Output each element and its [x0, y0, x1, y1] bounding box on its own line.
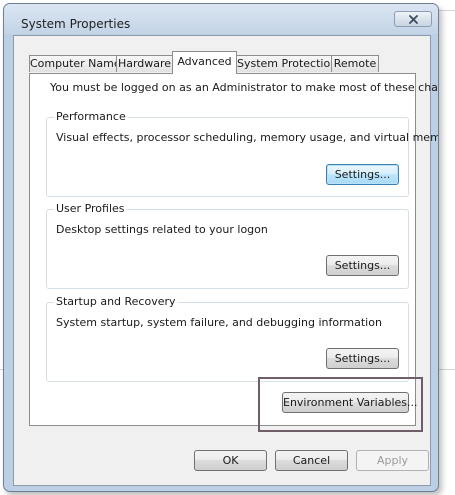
startup-recovery-title: Startup and Recovery: [54, 295, 178, 308]
environment-variables-button[interactable]: Environment Variables...: [282, 392, 418, 413]
close-button[interactable]: [394, 11, 432, 27]
tab-system-protection[interactable]: System Protection: [236, 55, 337, 72]
window-title: System Properties: [21, 17, 131, 31]
dialog-body: Computer Name Hardware Advanced System P…: [13, 35, 438, 486]
background-rule-top: [437, 10, 455, 11]
performance-group: Performance Visual effects, processor sc…: [46, 110, 438, 197]
performance-description: Visual effects, processor scheduling, me…: [56, 131, 439, 144]
tab-computer-name[interactable]: Computer Name: [29, 55, 121, 72]
title-bar[interactable]: System Properties: [4, 4, 438, 34]
startup-recovery-settings-button[interactable]: Settings...: [326, 348, 399, 369]
system-properties-window: System Properties Computer Name Hardware…: [3, 3, 439, 492]
admin-notice: You must be logged on as an Administrato…: [50, 81, 439, 94]
cancel-button[interactable]: Cancel: [275, 450, 348, 471]
performance-title: Performance: [54, 110, 128, 123]
tab-hardware[interactable]: Hardware: [116, 55, 173, 72]
user-profiles-title: User Profiles: [54, 202, 127, 215]
user-profiles-description: Desktop settings related to your logon: [56, 223, 268, 236]
startup-recovery-group: Startup and Recovery System startup, sys…: [46, 295, 409, 382]
ok-button[interactable]: OK: [194, 450, 267, 471]
user-profiles-group: User Profiles Desktop settings related t…: [46, 202, 409, 289]
performance-settings-button[interactable]: Settings...: [326, 164, 399, 185]
tab-advanced[interactable]: Advanced: [172, 51, 237, 74]
apply-button[interactable]: Apply: [356, 450, 429, 471]
close-icon: [408, 14, 418, 24]
startup-recovery-description: System startup, system failure, and debu…: [56, 316, 382, 329]
user-profiles-settings-button[interactable]: Settings...: [326, 255, 399, 276]
tab-remote[interactable]: Remote: [331, 55, 379, 72]
